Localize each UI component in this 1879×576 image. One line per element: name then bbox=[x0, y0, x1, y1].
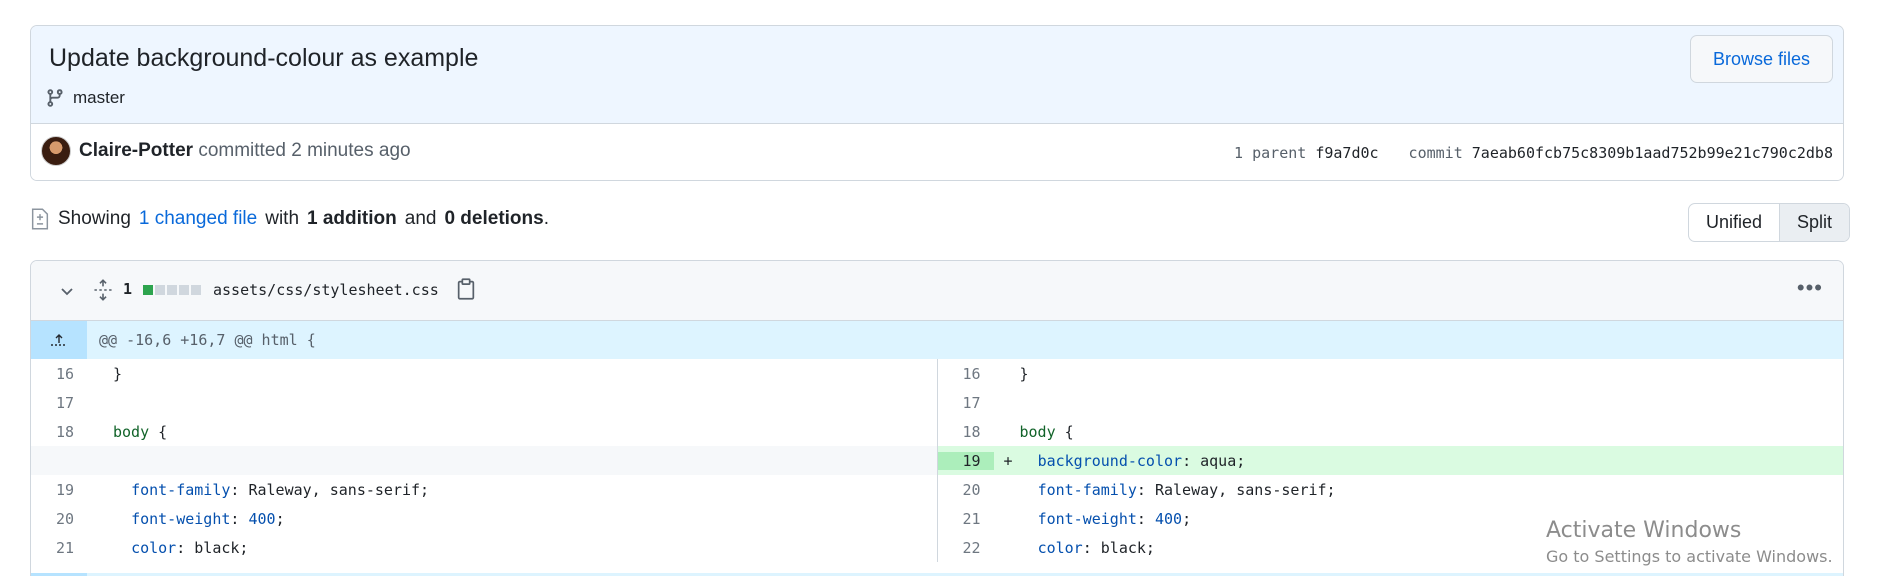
parent-info: 1 parent f9a7d0c bbox=[1234, 144, 1379, 162]
watermark-title: Activate Windows bbox=[1546, 518, 1742, 543]
line-number[interactable]: 20 bbox=[31, 510, 87, 528]
line-number[interactable]: 20 bbox=[938, 481, 994, 499]
unified-view-button[interactable]: Unified bbox=[1689, 204, 1779, 241]
code-line: body { bbox=[113, 422, 168, 441]
diff-line: 16} bbox=[938, 359, 1844, 388]
summary-with: with bbox=[265, 208, 300, 229]
diff-summary: Showing 1 changed file with 1 addition a… bbox=[30, 208, 549, 230]
commit-meta: 1 parent f9a7d0c commit 7aeab60fcb75c830… bbox=[1234, 144, 1833, 162]
code-line: } bbox=[113, 364, 123, 383]
summary-period: . bbox=[543, 208, 549, 229]
code-line: color: black; bbox=[1037, 538, 1155, 557]
diff-view-toggle: Unified Split bbox=[1688, 203, 1851, 242]
line-number[interactable]: 17 bbox=[31, 394, 87, 412]
line-number[interactable]: 18 bbox=[938, 423, 994, 441]
diff-line: 19 + background-color: aqua; bbox=[937, 446, 1843, 475]
diff-line: 16} bbox=[31, 359, 937, 388]
author-line: Claire-Potter committed 2 minutes ago bbox=[79, 140, 411, 162]
line-number[interactable]: 16 bbox=[938, 365, 994, 383]
changed-files-link[interactable]: 1 changed file bbox=[139, 208, 257, 230]
summary-showing: Showing bbox=[58, 208, 131, 229]
file-diff-icon bbox=[31, 208, 49, 230]
deletions-count: 0 deletions bbox=[444, 208, 544, 229]
summary-and: and bbox=[404, 208, 437, 229]
line-number[interactable]: 18 bbox=[31, 423, 87, 441]
diff-line: 21 color: black; bbox=[31, 533, 937, 562]
commit-info: commit 7aeab60fcb75c8309b1aad752b99e21c7… bbox=[1409, 144, 1833, 162]
code-line: font-family: Raleway, sans-serif; bbox=[131, 480, 430, 499]
code-line: } bbox=[1019, 364, 1029, 383]
code-line: body { bbox=[1019, 422, 1074, 441]
committed-text: committed 2 minutes ago bbox=[198, 140, 411, 161]
file-header: 1 assets/css/stylesheet.css ••• bbox=[31, 261, 1843, 321]
line-number[interactable]: 17 bbox=[938, 394, 994, 412]
hunk-header-text: @@ -16,6 +16,7 @@ html { bbox=[99, 331, 316, 349]
line-number[interactable]: 16 bbox=[31, 365, 87, 383]
code-line: font-weight: 400; bbox=[1037, 509, 1192, 528]
diffstat-block bbox=[179, 285, 189, 295]
watermark-subtitle: Go to Settings to activate Windows. bbox=[1546, 547, 1833, 566]
copy-icon[interactable] bbox=[457, 278, 475, 300]
chevron-down-icon[interactable] bbox=[59, 283, 75, 299]
diff-line bbox=[31, 446, 937, 475]
branch-name[interactable]: master bbox=[73, 88, 125, 108]
commit-title-area: Update background-colour as example mast… bbox=[31, 26, 1843, 124]
diffstat-block bbox=[191, 285, 201, 295]
code-line: font-weight: 400; bbox=[131, 509, 285, 528]
unfold-icon[interactable] bbox=[93, 279, 113, 301]
diff-marker: + bbox=[1003, 451, 1013, 470]
activate-windows-watermark: Activate Windows Go to Settings to activ… bbox=[1546, 518, 1833, 566]
expand-up-icon bbox=[51, 334, 65, 346]
commit-sha: 7aeab60fcb75c8309b1aad752b99e21c790c2db8 bbox=[1471, 144, 1833, 162]
code-line: background-color: aqua; bbox=[1037, 451, 1246, 470]
expand-up-button[interactable] bbox=[31, 321, 87, 359]
parent-sha-link[interactable]: f9a7d0c bbox=[1315, 144, 1378, 162]
diff-line: 19 font-family: Raleway, sans-serif; bbox=[31, 475, 937, 504]
line-number[interactable]: 19 bbox=[31, 481, 87, 499]
split-view-button[interactable]: Split bbox=[1779, 204, 1850, 241]
line-number[interactable]: 22 bbox=[938, 539, 994, 557]
browse-files-button[interactable]: Browse files bbox=[1689, 35, 1833, 83]
diff-line: 17 bbox=[31, 388, 937, 417]
line-number[interactable]: 21 bbox=[31, 539, 87, 557]
diff-line: 17 bbox=[938, 388, 1844, 417]
hunk-header: @@ -16,6 +16,7 @@ html { bbox=[31, 321, 1843, 359]
diff-line: 20 font-family: Raleway, sans-serif; bbox=[938, 475, 1844, 504]
code-line: font-family: Raleway, sans-serif; bbox=[1037, 480, 1336, 499]
deletions-wrap: 0 deletions. bbox=[444, 208, 549, 230]
parent-label: 1 parent bbox=[1234, 144, 1307, 162]
line-number[interactable]: 21 bbox=[938, 510, 994, 528]
line-number[interactable]: 19 bbox=[937, 451, 994, 470]
diffstat-block bbox=[167, 285, 177, 295]
avatar[interactable] bbox=[41, 136, 71, 166]
git-branch-icon bbox=[47, 89, 63, 107]
diffstat-block bbox=[143, 285, 153, 295]
diffstat-block bbox=[155, 285, 165, 295]
diff-left-pane: 16} 17 18 body { 19 font-family: Raleway, sa… bbox=[31, 359, 938, 562]
diff-line: 18 body { bbox=[31, 417, 937, 446]
diff-line: 18 body { bbox=[938, 417, 1844, 446]
commit-title: Update background-colour as example bbox=[49, 44, 479, 72]
diff-line: 20 font-weight: 400; bbox=[31, 504, 937, 533]
code-line: color: black; bbox=[131, 538, 249, 557]
commit-header: Update background-colour as example mast… bbox=[30, 25, 1844, 181]
author-link[interactable]: Claire-Potter bbox=[79, 140, 193, 161]
kebab-horizontal-icon[interactable]: ••• bbox=[1797, 277, 1823, 299]
file-path-link[interactable]: assets/css/stylesheet.css bbox=[213, 281, 439, 299]
additions-count: 1 addition bbox=[307, 208, 397, 229]
diffstat-bar bbox=[143, 285, 201, 295]
branch-info: master bbox=[45, 88, 125, 108]
file-change-count: 1 bbox=[123, 280, 133, 298]
commit-label: commit bbox=[1408, 144, 1463, 162]
commit-author-row: Claire-Potter committed 2 minutes ago 1 … bbox=[31, 124, 1843, 180]
